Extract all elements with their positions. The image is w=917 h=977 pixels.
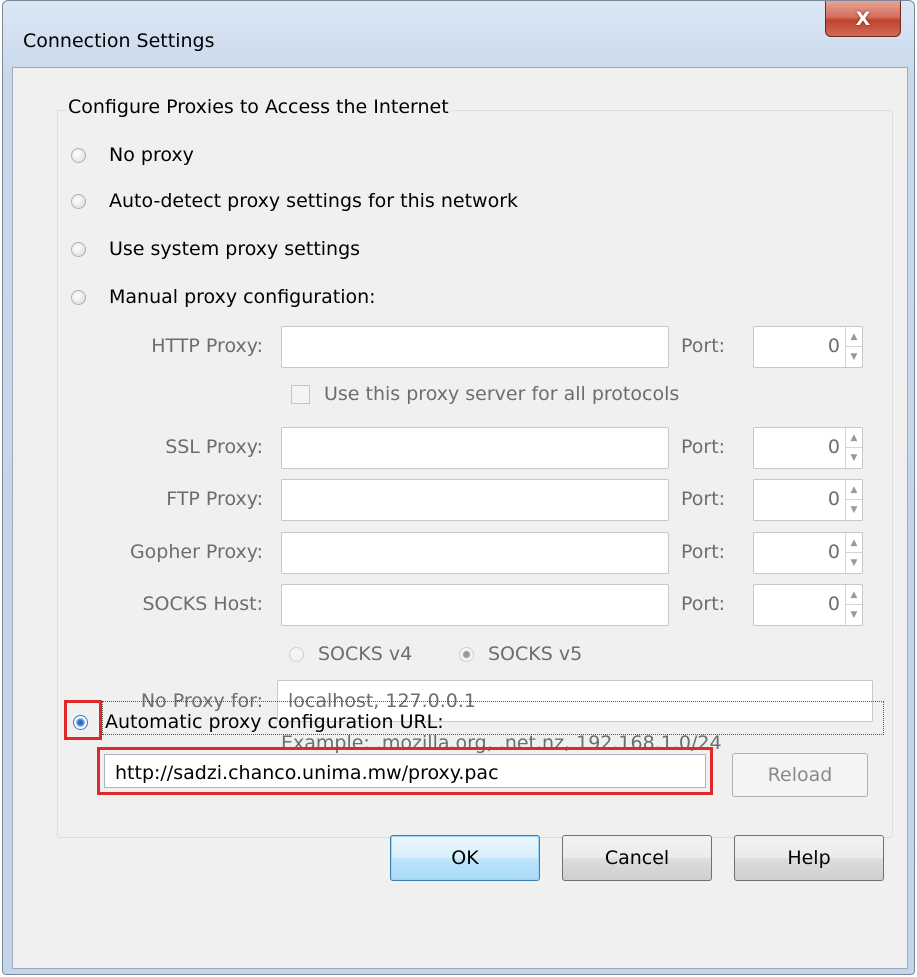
socks-v4-option[interactable]: SOCKS v4 (289, 643, 412, 665)
groupbox-legend: Configure Proxies to Access the Internet (65, 96, 452, 118)
socks-host-label: SOCKS Host: (142, 593, 263, 615)
http-port-value: 0 (827, 335, 840, 357)
no-proxy-label: No proxy (109, 144, 194, 166)
option-no-proxy[interactable]: No proxy (71, 144, 194, 166)
spin-up-icon[interactable]: ▲ (846, 480, 862, 500)
spin-down-icon[interactable]: ▼ (846, 347, 862, 367)
ftp-port-value: 0 (827, 488, 840, 510)
http-proxy-label: HTTP Proxy: (151, 335, 263, 357)
spin-down-icon[interactable]: ▼ (846, 500, 862, 520)
spin-up-icon[interactable]: ▲ (846, 533, 862, 553)
reload-button[interactable]: Reload (732, 753, 868, 797)
ssl-port-stepper[interactable]: 0 ▲ ▼ (753, 427, 863, 469)
dialog-window: Connection Settings X Configure Proxies … (2, 0, 915, 975)
socks-v5-radio[interactable] (459, 646, 474, 662)
auto-detect-radio[interactable] (71, 193, 86, 209)
system-proxy-radio[interactable] (71, 241, 86, 257)
cancel-button[interactable]: Cancel (562, 835, 712, 881)
ssl-proxy-label: SSL Proxy: (165, 436, 263, 458)
gopher-port-stepper[interactable]: 0 ▲ ▼ (753, 532, 863, 574)
url-highlight-box: http://sadzi.chanco.unima.mw/proxy.pac (97, 747, 713, 795)
use-all-protocols-checkbox[interactable] (291, 385, 310, 404)
close-button[interactable]: X (825, 1, 901, 37)
gopher-proxy-input[interactable] (281, 532, 669, 574)
auto-config-url-input[interactable]: http://sadzi.chanco.unima.mw/proxy.pac (104, 754, 706, 788)
close-icon: X (855, 7, 871, 30)
manual-proxy-label: Manual proxy configuration: (109, 286, 376, 308)
spin-down-icon[interactable]: ▼ (846, 553, 862, 573)
spin-up-icon[interactable]: ▲ (846, 585, 862, 605)
http-port-stepper[interactable]: 0 ▲ ▼ (753, 326, 863, 368)
ssl-port-label: Port: (681, 436, 726, 458)
option-system-proxy[interactable]: Use system proxy settings (71, 238, 360, 260)
option-manual-proxy[interactable]: Manual proxy configuration: (71, 286, 376, 308)
spin-down-icon[interactable]: ▼ (846, 448, 862, 468)
http-port-label: Port: (681, 335, 726, 357)
socks-port-stepper[interactable]: 0 ▲ ▼ (753, 584, 863, 626)
gopher-proxy-label: Gopher Proxy: (129, 541, 263, 563)
socks-v4-radio[interactable] (289, 646, 304, 662)
help-button[interactable]: Help (734, 835, 884, 881)
ok-button[interactable]: OK (390, 835, 540, 881)
dialog-body: Configure Proxies to Access the Internet… (12, 67, 908, 969)
socks-port-value: 0 (827, 593, 840, 615)
ftp-port-stepper[interactable]: 0 ▲ ▼ (753, 479, 863, 521)
spin-down-icon[interactable]: ▼ (846, 605, 862, 625)
ssl-proxy-input[interactable] (281, 427, 669, 469)
manual-proxy-radio[interactable] (71, 289, 86, 305)
socks-host-input[interactable] (281, 584, 669, 626)
auto-config-radio[interactable] (73, 714, 88, 730)
socks-v5-label: SOCKS v5 (488, 643, 583, 665)
gopher-port-value: 0 (827, 541, 840, 563)
option-auto-detect[interactable]: Auto-detect proxy settings for this netw… (71, 190, 518, 212)
ftp-proxy-input[interactable] (281, 479, 669, 521)
ssl-port-value: 0 (827, 436, 840, 458)
use-all-protocols-label: Use this proxy server for all protocols (324, 383, 680, 405)
gopher-port-label: Port: (681, 541, 726, 563)
socks-v5-option[interactable]: SOCKS v5 (459, 643, 582, 665)
window-title: Connection Settings (23, 30, 215, 52)
no-proxy-radio[interactable] (71, 147, 86, 163)
option-auto-config-url[interactable]: Automatic proxy configuration URL: (73, 711, 444, 733)
socks-v4-label: SOCKS v4 (318, 643, 413, 665)
auto-config-label: Automatic proxy configuration URL: (105, 711, 444, 733)
ftp-port-label: Port: (681, 488, 726, 510)
ftp-proxy-label: FTP Proxy: (166, 488, 263, 510)
socks-port-label: Port: (681, 593, 726, 615)
system-proxy-label: Use system proxy settings (109, 238, 361, 260)
spin-up-icon[interactable]: ▲ (846, 428, 862, 448)
auto-detect-label: Auto-detect proxy settings for this netw… (109, 190, 519, 212)
spin-up-icon[interactable]: ▲ (846, 327, 862, 347)
http-proxy-input[interactable] (281, 326, 669, 368)
